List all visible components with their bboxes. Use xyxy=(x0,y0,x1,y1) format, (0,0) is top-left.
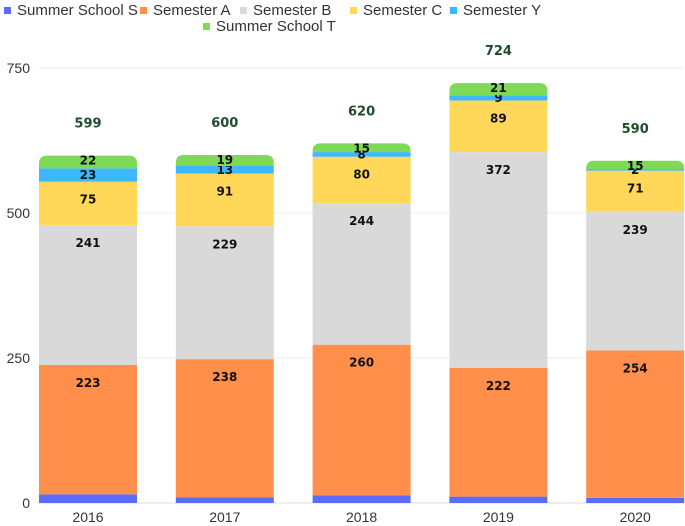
legend: Summer School S Semester A Semester B Semes… xyxy=(4,2,541,35)
total-label: 620 xyxy=(348,104,375,119)
bar-segment-summer-school-s[interactable] xyxy=(175,497,274,503)
legend-label: Semester Y xyxy=(463,2,541,19)
data-label-semester-a: 254 xyxy=(623,361,648,375)
data-label-summer-school-t: 22 xyxy=(80,154,97,168)
bar-segment-summer-school-s[interactable] xyxy=(586,497,685,503)
data-label-semester-b: 244 xyxy=(349,214,374,228)
legend-swatch xyxy=(240,7,247,14)
data-label-semester-b: 241 xyxy=(75,236,100,250)
total-label: 600 xyxy=(211,116,238,131)
total-label: 724 xyxy=(485,44,512,59)
bar-group-2018: 1326024480815620 xyxy=(312,104,411,503)
data-label-summer-school-t: 21 xyxy=(490,81,507,95)
bar-segment-semester-b[interactable] xyxy=(449,152,548,368)
legend-item-semester-a[interactable]: Semester A xyxy=(140,2,231,19)
data-label-semester-c: 80 xyxy=(353,168,370,182)
data-label-semester-c: 71 xyxy=(627,182,644,196)
total-label: 599 xyxy=(74,117,101,132)
data-label-semester-y: 23 xyxy=(80,168,97,182)
legend-swatch xyxy=(203,23,210,30)
stacked-bar-chart: Summer School S Semester A Semester B Semes… xyxy=(4,2,685,525)
data-label-summer-school-t: 19 xyxy=(216,153,233,167)
data-label-semester-b: 372 xyxy=(486,163,511,177)
data-label-semester-c: 91 xyxy=(216,185,233,199)
data-label-semester-a: 260 xyxy=(349,356,374,370)
x-tick-label: 2020 xyxy=(620,509,651,525)
legend-label: Semester A xyxy=(153,2,231,19)
data-label-summer-school-t: 15 xyxy=(353,141,370,155)
x-tick-label: 2016 xyxy=(72,509,103,525)
bars: 1522324175232259910238229911319600132602… xyxy=(39,44,685,503)
legend-item-summer-school-s[interactable]: Summer School S xyxy=(4,2,138,19)
bar-segment-semester-c[interactable] xyxy=(175,173,274,227)
data-label-semester-b: 239 xyxy=(623,223,648,237)
legend-item-summer-school-t[interactable]: Summer School T xyxy=(203,18,336,35)
data-label-semester-a: 223 xyxy=(75,376,100,390)
legend-item-semester-c[interactable]: Semester C xyxy=(350,2,442,19)
data-label-semester-a: 238 xyxy=(212,370,237,384)
legend-label: Summer School S xyxy=(17,2,138,19)
data-label-semester-c: 89 xyxy=(490,111,507,125)
bar-segment-summer-school-s[interactable] xyxy=(39,494,137,503)
legend-item-semester-b[interactable]: Semester B xyxy=(240,2,331,19)
data-label-semester-a: 222 xyxy=(486,379,511,393)
data-label-semester-b: 229 xyxy=(212,237,237,251)
legend-swatch xyxy=(350,7,357,14)
bar-segment-semester-c[interactable] xyxy=(449,100,548,153)
x-tick-label: 2017 xyxy=(209,509,240,525)
y-tick-label: 750 xyxy=(7,60,31,76)
legend-swatch xyxy=(140,7,147,14)
y-tick-label: 0 xyxy=(22,495,30,511)
bar-group-2017: 10238229911319600 xyxy=(175,116,274,503)
legend-swatch xyxy=(4,7,11,14)
bar-group-2016: 15223241752322599 xyxy=(39,117,137,503)
legend-label: Semester B xyxy=(253,2,331,19)
data-label-summer-school-t: 15 xyxy=(627,159,644,173)
bar-group-2019: 1122237289921724 xyxy=(449,44,548,503)
y-tick-label: 250 xyxy=(7,350,31,366)
legend-swatch xyxy=(450,7,457,14)
x-tick-label: 2019 xyxy=(483,509,514,525)
legend-label: Summer School T xyxy=(216,18,336,35)
x-axis: 2016 2017 2018 2019 2020 xyxy=(72,509,651,525)
total-label: 590 xyxy=(622,122,649,137)
data-label-semester-c: 75 xyxy=(80,193,97,207)
y-axis: 0 250 500 750 xyxy=(7,60,31,511)
bar-segment-summer-school-s[interactable] xyxy=(449,496,548,503)
legend-label: Semester C xyxy=(363,2,442,19)
y-tick-label: 500 xyxy=(7,205,31,221)
bar-segment-summer-school-s[interactable] xyxy=(312,495,411,503)
bar-group-2020: 925423971215590 xyxy=(586,122,685,503)
legend-item-semester-y[interactable]: Semester Y xyxy=(450,2,541,19)
x-tick-label: 2018 xyxy=(346,509,377,525)
